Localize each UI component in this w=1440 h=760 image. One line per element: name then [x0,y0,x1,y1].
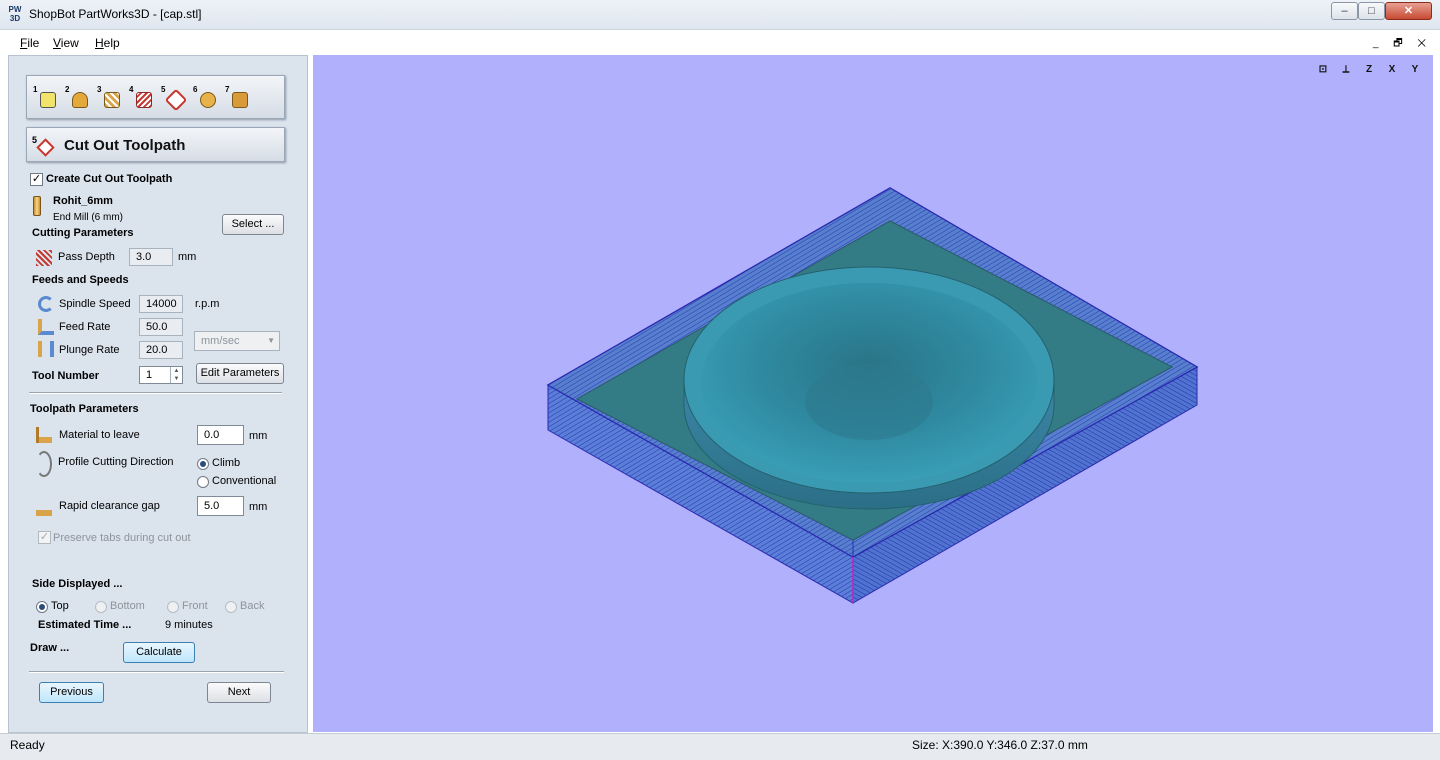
conventional-radio[interactable] [197,476,209,488]
mdi-controls: _ 🗗 ✕ [1373,36,1432,53]
climb-label: Climb [212,457,241,469]
rapid-gap-icon [36,496,52,516]
dish-center [805,364,933,440]
feed-rate-icon [38,319,54,335]
spinner-arrows-icon[interactable]: ▲ ▼ [170,367,182,383]
feeds-speeds-heading: Feeds and Speeds [32,274,129,286]
mdi-minimize-button[interactable]: _ [1373,38,1385,49]
tool-type: End Mill (6 mm) [53,212,124,223]
cutout-toolpath-icon[interactable]: 5 [161,85,188,112]
orient-model-icon[interactable]: 2 [65,85,91,111]
estimated-time-label: Estimated Time ... [38,619,132,631]
toolpath-parameters-heading: Toolpath Parameters [30,403,139,415]
preserve-tabs-label: Preserve tabs during cut out [53,532,191,544]
mdi-restore-button[interactable]: 🗗 [1393,38,1408,49]
climb-radio[interactable] [197,458,209,470]
pass-depth-unit: mm [178,251,197,263]
select-tool-button[interactable]: Select ... [222,214,284,235]
model-size-readout: Size: X:390.0 Y:346.0 Z:37.0 mm [912,738,1088,752]
tool-number-value: 1 [146,369,153,381]
side-bottom-label: Bottom [110,600,145,612]
next-button[interactable]: Next [207,682,271,703]
cutout-toolpath-header: 5 Cut Out Toolpath [26,127,285,162]
menu-bar: File View Help _ 🗗 ✕ [0,30,1440,54]
rapid-gap-field[interactable]: 5.0 [197,496,244,516]
material-leave-field[interactable]: 0.0 [197,425,244,445]
rapid-gap-unit: mm [249,501,268,513]
step-toolbar: 1 2 3 4 5 6 7 [26,75,285,119]
side-front-radio[interactable] [167,601,179,613]
preserve-tabs-checkbox[interactable]: ✓ [38,531,51,544]
save-toolpath-icon[interactable]: 7 [225,85,251,111]
tool-number-spinner[interactable]: 1 ▲ ▼ [139,366,183,384]
3d-viewport[interactable]: ⊡ ⟂ Z X Y [313,55,1433,732]
spindle-speed-field[interactable]: 14000 [139,295,183,313]
pass-depth-icon [36,250,52,266]
spindle-speed-unit: r.p.m [195,298,220,310]
side-back-label: Back [240,600,265,612]
create-cutout-label: Create Cut Out Toolpath [46,173,173,185]
spindle-speed-icon [38,296,54,312]
end-mill-icon [33,196,41,216]
feed-rate-field[interactable]: 50.0 [139,318,183,336]
rate-unit-select[interactable]: mm/sec ▼ [194,331,280,351]
minimize-button[interactable]: – [1331,2,1358,20]
app-logo-icon: PW 3D [8,5,22,23]
edit-parameters-button[interactable]: Edit Parameters [196,363,284,384]
finishing-toolpath-icon[interactable]: 4 [129,85,155,111]
material-leave-icon [36,427,52,443]
roughing-toolpath-icon[interactable]: 3 [97,85,123,111]
cutout-toolpath-header-icon: 5 [32,135,55,157]
mdi-close-button[interactable]: ✕ [1417,38,1432,49]
rate-unit-value: mm/sec [201,335,240,347]
cutting-direction-icon [36,451,52,477]
material-leave-unit: mm [249,430,268,442]
preview-toolpath-icon[interactable]: 6 [193,85,219,111]
plunge-rate-field[interactable]: 20.0 [139,341,183,359]
pass-depth-label: Pass Depth [58,251,115,263]
side-back-radio[interactable] [225,601,237,613]
material-setup-icon[interactable]: 1 [33,85,59,111]
cutting-direction-label: Profile Cutting Direction [58,456,174,468]
window-title: ShopBot PartWorks3D - [cap.stl] [29,7,202,21]
side-displayed-heading: Side Displayed ... [32,578,123,590]
previous-button[interactable]: Previous [39,682,104,703]
divider [29,392,282,394]
material-leave-label: Material to leave [59,429,140,441]
create-cutout-checkbox[interactable]: ✓ [30,173,43,186]
conventional-label: Conventional [212,475,277,487]
feed-rate-label: Feed Rate [59,321,111,333]
close-button[interactable]: ✕ [1385,2,1432,20]
panel-title: Cut Out Toolpath [64,137,186,154]
calculate-button[interactable]: Calculate [123,642,195,663]
rapid-gap-label: Rapid clearance gap [59,500,160,512]
estimated-time-value: 9 minutes [165,619,213,631]
draw-label: Draw ... [30,642,70,654]
chevron-down-icon: ▼ [267,336,275,345]
menu-view[interactable]: View [53,36,79,50]
side-front-label: Front [182,600,208,612]
plunge-rate-label: Plunge Rate [59,344,120,356]
model-render [546,187,1199,604]
divider [29,671,284,673]
tool-name: Rohit_6mm [53,195,113,207]
toolpath-panel: 1 2 3 4 5 6 7 5 Cut Out Toolpath ✓ Creat… [8,55,308,733]
menu-help[interactable]: Help [95,36,120,50]
maximize-button[interactable]: □ [1358,2,1385,20]
title-bar: PW 3D ShopBot PartWorks3D - [cap.stl] – … [0,0,1440,30]
side-top-label: Top [51,600,69,612]
spindle-speed-label: Spindle Speed [59,298,131,310]
status-bar: Ready Size: X:390.0 Y:346.0 Z:37.0 mm [0,733,1440,760]
side-bottom-radio[interactable] [95,601,107,613]
pass-depth-field[interactable]: 3.0 [129,248,173,266]
status-text: Ready [10,738,45,752]
menu-file[interactable]: File [20,36,39,50]
cutting-parameters-heading: Cutting Parameters [32,227,134,239]
plunge-rate-icon [38,341,54,357]
side-top-radio[interactable] [36,601,48,613]
tool-number-label: Tool Number [32,370,100,382]
